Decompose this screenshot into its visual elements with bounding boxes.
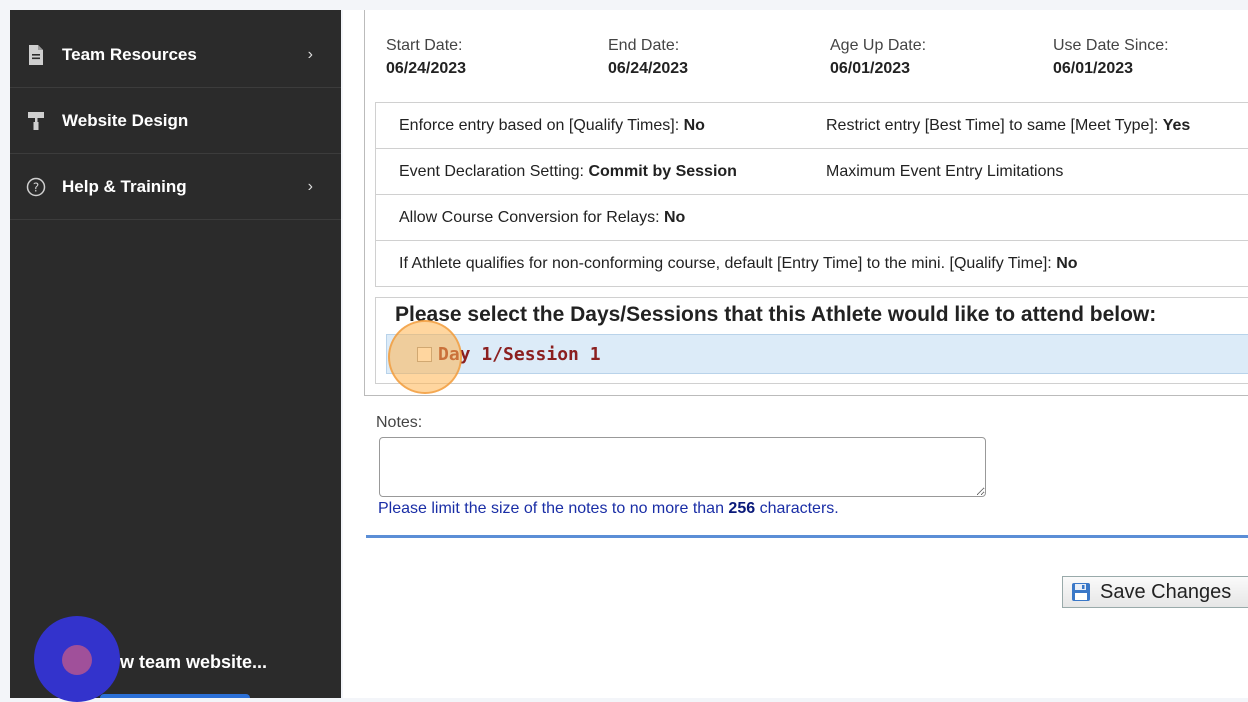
session-row[interactable]: Day 1/Session 1 [386, 334, 1248, 374]
end-date-value: 06/24/2023 [608, 60, 689, 77]
svg-text:?: ? [33, 180, 39, 194]
declaration-label: Event Declaration Setting: [399, 162, 584, 180]
notes-limit-text: Please limit the size of the notes to no… [378, 500, 839, 518]
end-date-label: End Date: [608, 37, 680, 54]
notes-limit-count: 256 [728, 500, 756, 517]
age-up-date-label: Age Up Date: [830, 37, 927, 54]
sessions-panel: Please select the Days/Sessions that thi… [375, 297, 1248, 384]
nonconforming-value: No [1056, 254, 1078, 272]
max-entry-limits: Maximum Event Entry Limitations [826, 149, 1063, 194]
floppy-disk-icon [1070, 581, 1092, 603]
enforce-qualify-value: No [683, 116, 705, 134]
declaration-value: Commit by Session [588, 162, 737, 180]
chevron-right-icon: › [307, 177, 313, 195]
course-conversion-setting: Allow Course Conversion for Relays: No [399, 195, 685, 240]
sidebar-item-help-training[interactable]: ? Help & Training › [10, 154, 341, 220]
notes-label: Notes: [376, 414, 423, 431]
enforce-qualify-label: Enforce entry based on [Qualify Times]: [399, 116, 680, 134]
settings-row-entry: Enforce entry based on [Qualify Times]: … [375, 102, 1248, 149]
use-date-since-label: Use Date Since: [1053, 37, 1169, 54]
save-changes-button[interactable]: Save Changes [1062, 576, 1248, 608]
age-up-date: Age Up Date: 06/01/2023 [830, 37, 926, 78]
section-divider [366, 535, 1248, 538]
settings-row-nonconforming: If Athlete qualifies for non-conforming … [375, 240, 1248, 287]
notes-textarea[interactable] [379, 437, 986, 497]
sidebar-item-website-design[interactable]: Website Design [10, 88, 341, 154]
document-icon [25, 44, 47, 66]
save-changes-label: Save Changes [1100, 580, 1232, 603]
sidebar-item-label: Website Design [62, 110, 189, 130]
start-date: Start Date: 06/24/2023 [386, 37, 466, 78]
start-date-label: Start Date: [386, 37, 463, 54]
chevron-right-icon: › [307, 45, 313, 63]
sessions-heading: Please select the Days/Sessions that thi… [395, 303, 1157, 326]
declaration-setting: Event Declaration Setting: Commit by Ses… [399, 149, 737, 194]
notes-limit-suffix: characters. [759, 500, 839, 517]
session-label[interactable]: Day 1/Session 1 [438, 344, 601, 365]
enforce-qualify-setting: Enforce entry based on [Qualify Times]: … [399, 103, 705, 148]
cursor-indicator-dot [62, 645, 92, 675]
restrict-best-time-label: Restrict entry [Best Time] to same [Meet… [826, 116, 1159, 134]
settings-row-course-conversion: Allow Course Conversion for Relays: No [375, 194, 1248, 241]
notes-limit-prefix: Please limit the size of the notes to no… [378, 500, 724, 517]
help-circle-icon: ? [25, 176, 47, 198]
sidebar-item-label: Team Resources [62, 44, 197, 64]
end-date: End Date: 06/24/2023 [608, 37, 688, 78]
nonconforming-setting: If Athlete qualifies for non-conforming … [399, 241, 1078, 286]
sidebar-item-label: Help & Training [62, 176, 187, 196]
course-conversion-value: No [664, 208, 686, 226]
use-date-since: Use Date Since: 06/01/2023 [1053, 37, 1169, 78]
restrict-best-time-setting: Restrict entry [Best Time] to same [Meet… [826, 103, 1190, 148]
view-team-website-link[interactable]: ew team website... [110, 652, 267, 673]
settings-row-declaration: Event Declaration Setting: Commit by Ses… [375, 148, 1248, 195]
paint-roller-icon [25, 110, 47, 132]
session-checkbox[interactable] [417, 346, 432, 362]
restrict-best-time-value: Yes [1162, 116, 1191, 134]
sidebar: Team Resources › Website Design ? Help &… [10, 10, 341, 698]
use-date-since-value: 06/01/2023 [1053, 60, 1134, 77]
age-up-date-value: 06/01/2023 [830, 60, 911, 77]
max-entry-limits-label: Maximum Event Entry Limitations [826, 162, 1064, 180]
sidebar-item-team-resources[interactable]: Team Resources › [10, 22, 341, 88]
meet-settings-panel: Start Date: 06/24/2023 End Date: 06/24/2… [364, 10, 1248, 396]
course-conversion-label: Allow Course Conversion for Relays: [399, 208, 660, 226]
start-date-value: 06/24/2023 [386, 60, 467, 77]
nonconforming-label: If Athlete qualifies for non-conforming … [399, 254, 1052, 272]
sidebar-action-button[interactable] [100, 694, 250, 698]
